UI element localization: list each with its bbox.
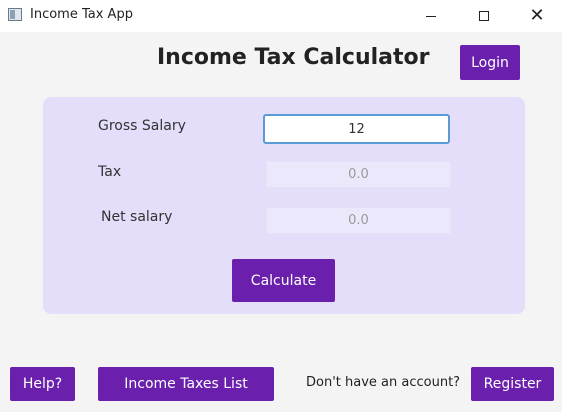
window-title: Income Tax App <box>30 7 133 22</box>
minimize-button[interactable] <box>408 0 454 32</box>
no-account-text: Don't have an account? <box>306 375 461 390</box>
net-salary-field: 0.0 <box>266 207 451 234</box>
net-salary-label: Net salary <box>101 209 173 225</box>
title-bar: Income Tax App ✕ <box>0 0 562 32</box>
maximize-button[interactable] <box>461 0 507 32</box>
app-window-icon <box>8 8 22 21</box>
tax-field: 0.0 <box>266 161 451 188</box>
register-button[interactable]: Register <box>471 367 554 401</box>
maximize-icon <box>479 11 489 21</box>
calculate-button[interactable]: Calculate <box>232 259 335 302</box>
gross-salary-input[interactable] <box>263 114 450 144</box>
help-button[interactable]: Help? <box>10 367 75 401</box>
close-icon: ✕ <box>529 5 545 26</box>
close-button[interactable]: ✕ <box>514 0 560 32</box>
gross-salary-label: Gross Salary <box>98 118 186 134</box>
minimize-icon <box>426 15 436 17</box>
tax-label: Tax <box>98 164 122 180</box>
income-taxes-list-button[interactable]: Income Taxes List <box>98 367 274 401</box>
login-button[interactable]: Login <box>460 45 520 80</box>
page-title: Income Tax Calculator <box>157 45 430 70</box>
